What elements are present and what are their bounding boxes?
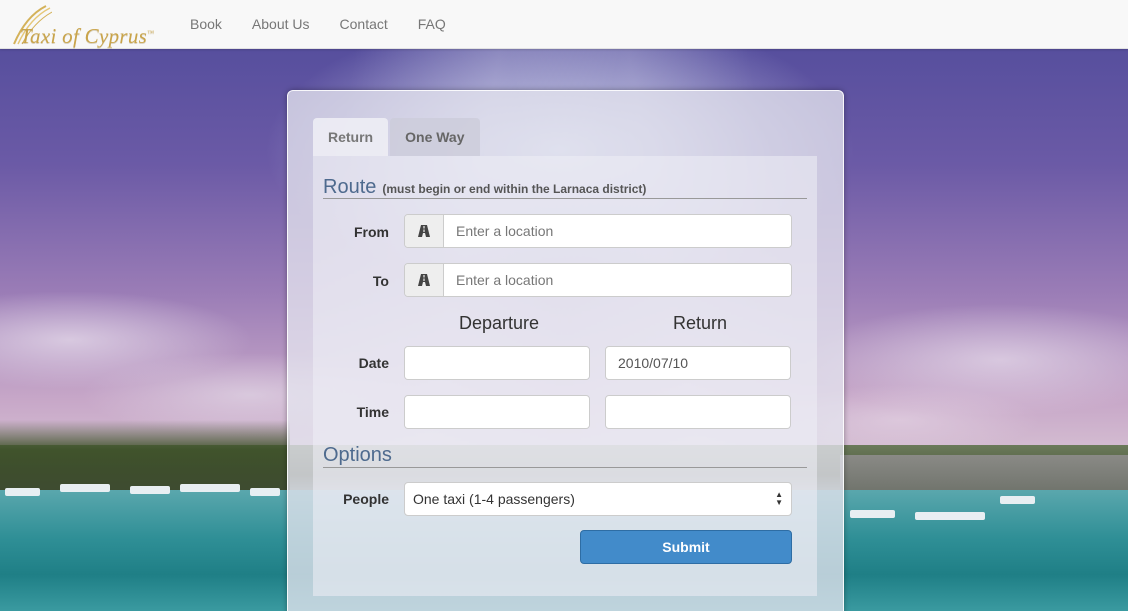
boat: [60, 484, 110, 492]
tab-one-way[interactable]: One Way: [390, 118, 480, 156]
boat: [250, 488, 280, 496]
from-input-group: [404, 214, 792, 248]
select-arrows-icon: ▲ ▼: [775, 490, 783, 507]
from-location-input[interactable]: [444, 215, 791, 247]
boat: [5, 488, 40, 496]
people-selected-value: One taxi (1-4 passengers): [413, 491, 575, 507]
route-note: (must begin or end within the Larnaca di…: [382, 182, 647, 196]
departure-time-group: [404, 395, 590, 429]
options-legend: Options: [323, 444, 807, 468]
to-input-group: [404, 263, 792, 297]
return-date-input[interactable]: [606, 347, 790, 379]
brand-logo[interactable]: Taxi of Cyprus™: [12, 4, 162, 48]
trip-type-tabs: Return One Way: [313, 118, 482, 156]
nav-about-us[interactable]: About Us: [237, 0, 325, 49]
route-title: Route: [323, 176, 377, 198]
to-label: To: [372, 273, 389, 289]
return-date-group: [605, 346, 791, 380]
nav-menu: Book About Us Contact FAQ: [175, 0, 461, 49]
town-right: [840, 455, 1128, 495]
nav-faq[interactable]: FAQ: [403, 0, 461, 49]
departure-heading: Departure: [458, 313, 540, 333]
departure-time-input[interactable]: [405, 396, 589, 428]
road-icon: [405, 215, 444, 247]
options-title: Options: [323, 444, 392, 466]
to-location-input[interactable]: [444, 264, 791, 296]
departure-date-group: [404, 346, 590, 380]
boat: [1000, 496, 1035, 504]
route-legend: Route (must begin or end within the Larna…: [323, 176, 807, 199]
from-label: From: [354, 224, 389, 240]
brand-name: Taxi of Cyprus™: [20, 24, 155, 48]
return-time-group: [605, 395, 791, 429]
return-heading: Return: [672, 313, 728, 333]
town-left: [0, 420, 290, 495]
boat: [130, 486, 170, 494]
boat: [850, 510, 895, 518]
people-select[interactable]: One taxi (1-4 passengers) ▲ ▼: [404, 482, 792, 516]
nav-contact[interactable]: Contact: [325, 0, 403, 49]
nav-book[interactable]: Book: [175, 0, 237, 49]
booking-form: Route (must begin or end within the Larna…: [313, 156, 817, 596]
tab-return[interactable]: Return: [313, 118, 389, 156]
navbar: Taxi of Cyprus™ Book About Us Contact FA…: [0, 0, 1128, 49]
booking-card: Return One Way Route (must begin or end w…: [287, 90, 844, 611]
time-label: Time: [356, 404, 389, 420]
road-icon: [405, 264, 444, 296]
boat: [915, 512, 985, 520]
return-time-input[interactable]: [606, 396, 790, 428]
date-label: Date: [358, 355, 389, 371]
people-label: People: [343, 491, 389, 507]
boat: [180, 484, 240, 492]
submit-button[interactable]: Submit: [580, 530, 792, 564]
departure-date-input[interactable]: [405, 347, 589, 379]
